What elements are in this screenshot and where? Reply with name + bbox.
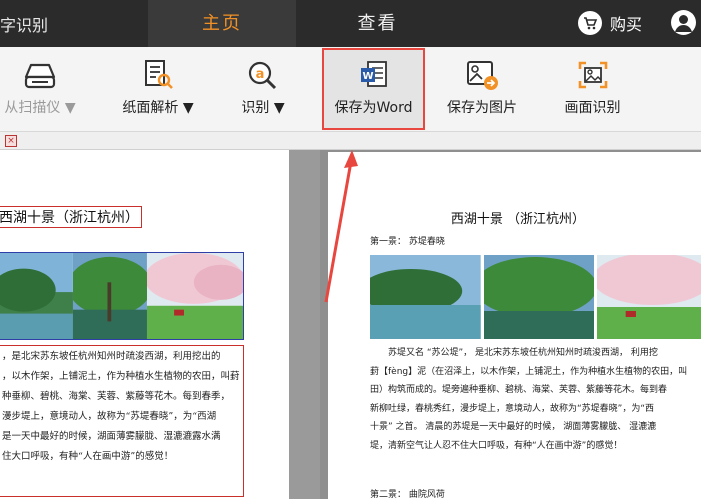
save-as-image-label: 保存为图片 — [447, 100, 517, 116]
tab-view[interactable]: 查看 — [296, 0, 459, 47]
recognize-icon: a — [246, 59, 280, 91]
willow-photo — [483, 255, 595, 339]
left-doc-title: 西湖十景（浙江杭州） — [0, 206, 142, 228]
left-text-line: ，是北宋苏东坡任杭州知州时疏浚西湖，利用挖出的 — [2, 351, 221, 362]
blossom-photo — [146, 253, 243, 339]
save-as-image-button[interactable]: 保存为图片 — [430, 47, 534, 132]
result-text-line: 田）构筑而成的。堤旁遍种垂柳、碧桃、海棠、芙蓉、紫藤等花木。每到春 — [370, 385, 668, 395]
cart-icon — [578, 11, 602, 35]
result-text-line: 葑【fèng】泥（在沼泽上，以木作架，上铺泥土，作为种植水生植物的农田，叫 — [370, 366, 688, 377]
right-doc-title: 西湖十景 （浙江杭州） — [450, 212, 586, 227]
user-icon[interactable] — [671, 10, 696, 35]
left-text-line: 是一天中最好的时候，湖面薄雾朦胧、湿漉漉露水满 — [2, 431, 221, 442]
lake-photo-1 — [370, 255, 481, 339]
document-tab-strip: × — [0, 132, 701, 150]
svg-text:a: a — [256, 67, 265, 82]
buy-label: 购买 — [610, 15, 643, 34]
app-window: 字识别 主页 查看 购买 从扫描仪 ▼ 纸面解析 ▼ a 识别 ▼ W 保存为W… — [0, 0, 701, 499]
source-image-pane[interactable]: 西湖十景（浙江杭州） ，是北宋苏东坡任杭州知州时疏浚西湖，利用挖出的 ，以木作架… — [0, 150, 289, 499]
save-as-word-button[interactable]: W 保存为Word — [322, 47, 425, 132]
section-2-heading: 第二景： 曲院风荷 — [370, 490, 445, 499]
right-photo-block — [370, 255, 701, 339]
screen-recognize-button[interactable]: 画面识别 — [541, 47, 644, 132]
left-photo-block — [0, 252, 244, 340]
left-text-line: 漫步堤上，意境动人，故称为“苏堤春晓”，为“西湖 — [2, 411, 217, 422]
page-analysis-label: 纸面解析 ▼ — [122, 100, 194, 116]
screen-recognize-icon — [576, 59, 610, 91]
svg-text:W: W — [362, 71, 373, 82]
save-as-word-label: 保存为Word — [334, 100, 413, 116]
page-analysis-icon — [141, 59, 175, 91]
top-bar: 字识别 主页 查看 购买 — [0, 0, 701, 47]
page-analysis-button[interactable]: 纸面解析 ▼ — [103, 47, 213, 132]
section-1-heading: 第一景： 苏堤春晓 — [370, 237, 445, 247]
close-icon[interactable]: × — [5, 135, 17, 147]
blossom-photo — [597, 255, 701, 339]
result-text-line: 新柳吐绿，春桃秀红，漫步堤上，意境动人，故称为“苏堤春晓”，为“西 — [370, 403, 654, 414]
willow-photo — [72, 253, 147, 339]
result-text-line: 堤，清新空气让人忍不住大口呼吸，有种“人在画中游”的感觉！ — [370, 440, 623, 451]
tab-home[interactable]: 主页 — [148, 0, 296, 47]
save-image-icon — [465, 59, 499, 91]
scanner-icon — [23, 59, 57, 91]
left-text-line: 住大口呼吸，有种“人在画中游”的感觉！ — [2, 451, 174, 462]
screen-recognize-label: 画面识别 — [564, 100, 621, 116]
word-icon: W — [357, 59, 391, 91]
buy-button[interactable]: 购买 — [578, 10, 642, 36]
from-scanner-button[interactable]: 从扫描仪 ▼ — [0, 47, 80, 132]
result-page: 西湖十景 （浙江杭州） 第一景： 苏堤春晓 苏堤又名 “苏公堤”， 是北宋苏东坡… — [328, 152, 701, 499]
ribbon-toolbar: 从扫描仪 ▼ 纸面解析 ▼ a 识别 ▼ W 保存为Word 保存为图片 画面识… — [0, 47, 701, 132]
result-paragraph: 苏堤又名 “苏公堤”， 是北宋苏东坡任杭州知州时疏浚西湖， 利用挖 葑【fèng… — [370, 344, 701, 455]
pane-splitter[interactable] — [289, 150, 320, 499]
left-text-line: ，以木作架，上铺泥土，作为种植水生植物的农田，叫葑 — [2, 371, 240, 382]
recognize-button[interactable]: a 识别 ▼ — [215, 47, 311, 132]
result-text-line: 十景” 之首。 清晨的苏堤是一天中最好的时候， 湖面薄雾朦胧、 湿漉漉 — [370, 422, 657, 432]
from-scanner-label: 从扫描仪 ▼ — [4, 100, 76, 116]
lake-photo-1 — [0, 253, 73, 339]
app-title: 字识别 — [0, 16, 49, 35]
left-text-line: 种垂柳、碧桃、海棠、芙蓉、紫藤等花木。每到春季， — [2, 391, 231, 402]
result-pane[interactable]: 西湖十景 （浙江杭州） 第一景： 苏堤春晓 苏堤又名 “苏公堤”， 是北宋苏东坡… — [320, 150, 701, 499]
left-text-block: ，是北宋苏东坡任杭州知州时疏浚西湖，利用挖出的 ，以木作架，上铺泥土，作为种植水… — [0, 345, 244, 497]
recognize-label: 识别 ▼ — [241, 100, 285, 116]
result-text-line: 苏堤又名 “苏公堤”， 是北宋苏东坡任杭州知州时疏浚西湖， 利用挖 — [388, 348, 658, 358]
